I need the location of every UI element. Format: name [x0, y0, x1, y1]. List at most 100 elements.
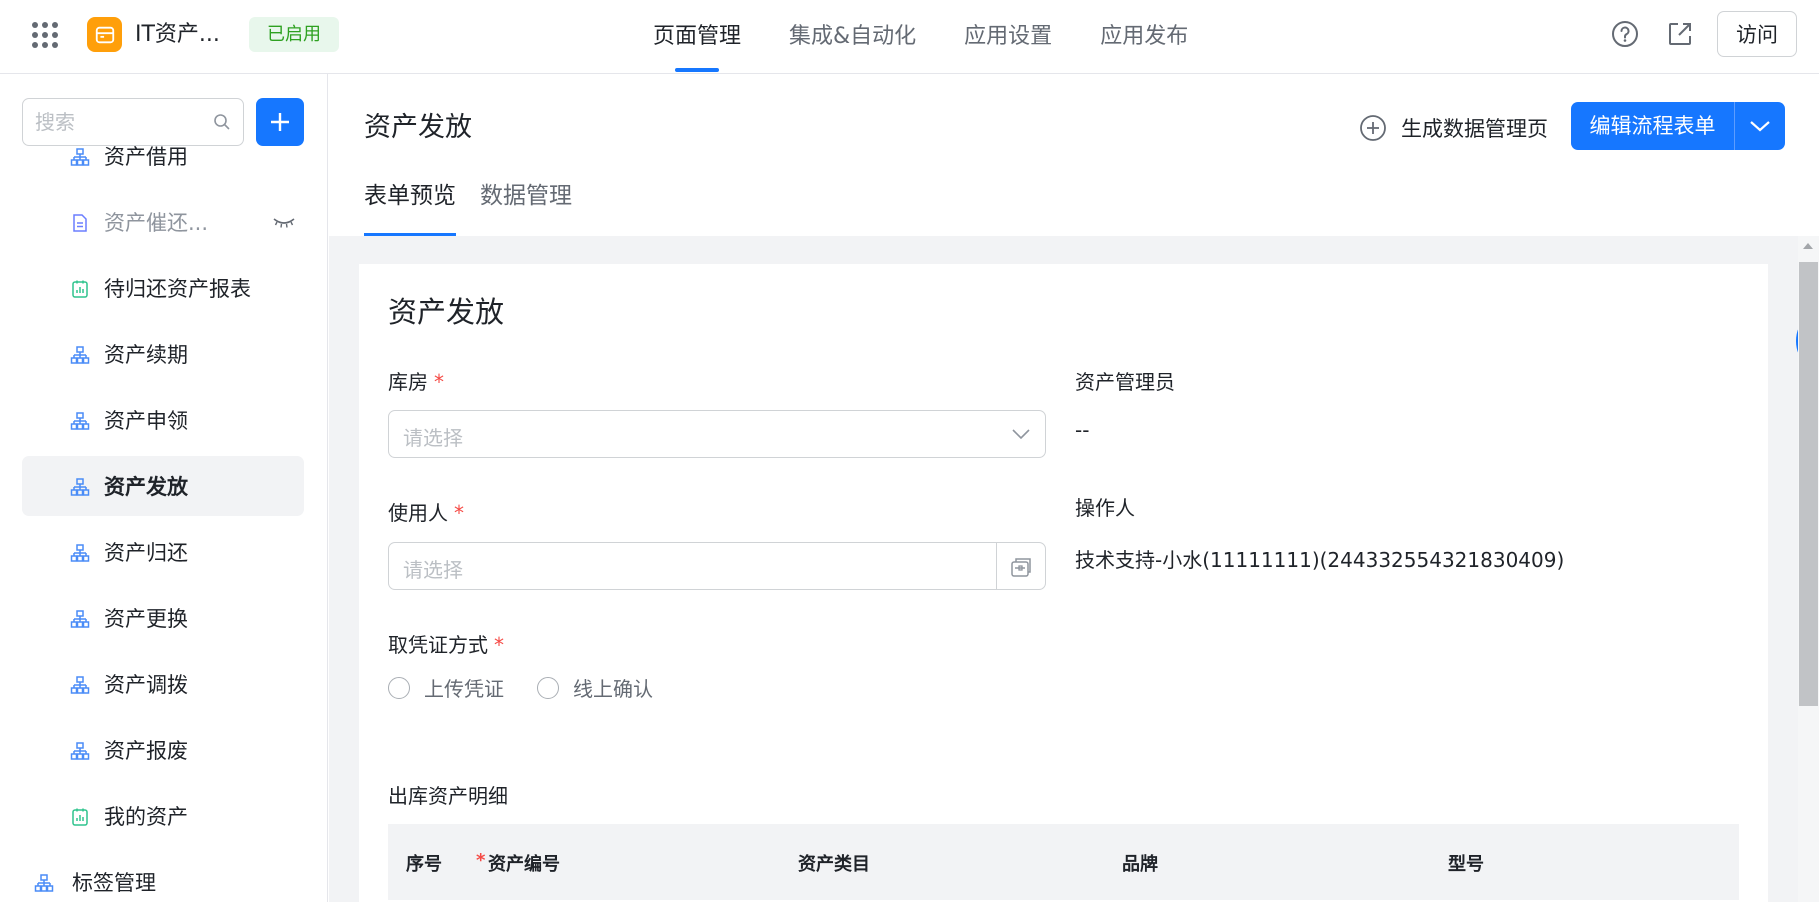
app-name[interactable]: IT资产...: [135, 20, 220, 50]
voucher-method-label: 取凭证方式 *: [388, 629, 504, 658]
flow-icon: [70, 478, 90, 496]
user-label-text: 使用人: [388, 501, 448, 525]
flow-icon: [70, 544, 90, 562]
sidebar-item-asset-issue[interactable]: 资产发放: [22, 456, 304, 516]
sidebar-item-label: 资产更换: [104, 607, 188, 631]
form-title: 资产发放: [388, 295, 505, 329]
main-area: 资产发放 生成数据管理页 编辑流程表单 表单预览 数据管理 资产发放 库房*: [329, 74, 1819, 902]
user-placeholder: 请选择: [403, 558, 463, 582]
required-mark: *: [454, 501, 464, 525]
status-badge: 已启用: [249, 17, 339, 52]
sidebar-item-asset-claim[interactable]: 资产申领: [22, 390, 304, 450]
top-nav-tabs: 页面管理 集成&自动化 应用设置 应用发布: [653, 0, 1236, 74]
tab-form-preview[interactable]: 表单预览: [364, 176, 456, 236]
tab-data-management[interactable]: 数据管理: [480, 176, 572, 236]
th-asset-no: 资产编号: [488, 854, 560, 875]
tab-app-publish[interactable]: 应用发布: [1100, 0, 1188, 74]
sidebar-item-label: 资产申领: [104, 409, 188, 433]
scroll-thumb[interactable]: [1799, 262, 1818, 706]
sidebar-item-asset-renewal[interactable]: 资产续期: [22, 324, 304, 384]
edit-flow-form-button: 编辑流程表单: [1571, 102, 1785, 150]
sidebar-item-label: 标签管理: [72, 871, 156, 895]
sidebar-item-asset-borrow[interactable]: 资产借用: [22, 126, 304, 186]
sidebar-item-label: 资产借用: [104, 145, 188, 169]
form-icon: [73, 214, 87, 232]
sidebar-item-pending-return-report[interactable]: 待归还资产报表: [22, 258, 304, 318]
sidebar-item-asset-transfer[interactable]: 资产调拨: [22, 654, 304, 714]
radio-label: 上传凭证: [424, 677, 504, 701]
th-category: 资产类目: [798, 854, 870, 875]
flow-icon: [70, 412, 90, 430]
main-header: 资产发放 生成数据管理页 编辑流程表单 表单预览 数据管理: [329, 74, 1819, 236]
sidebar-item-asset-reminder[interactable]: 资产催还...: [22, 192, 304, 252]
required-mark: *: [494, 633, 504, 657]
page-title: 资产发放: [364, 112, 472, 143]
voucher-label-text: 取凭证方式: [388, 633, 488, 657]
th-brand: 品牌: [1122, 854, 1158, 875]
warehouse-select[interactable]: 请选择: [388, 410, 1046, 458]
sidebar-item-label: 资产催还...: [104, 211, 209, 235]
app-grid-icon[interactable]: [32, 22, 58, 48]
asset-manager-label: 资产管理员: [1075, 370, 1175, 394]
top-bar: IT资产... 已启用 页面管理 集成&自动化 应用设置 应用发布 访问: [0, 0, 1819, 74]
required-mark: *: [434, 370, 444, 394]
page-tabs: 表单预览 数据管理: [364, 176, 596, 236]
user-picker[interactable]: 请选择: [388, 542, 1046, 590]
content-scrollbar[interactable]: [1798, 236, 1819, 902]
sidebar-item-label: 资产发放: [104, 475, 188, 499]
open-new-window-icon[interactable]: [1665, 19, 1695, 49]
picker-divider: [996, 543, 997, 589]
flow-icon: [70, 742, 90, 760]
sidebar-item-label: 资产调拨: [104, 673, 188, 697]
report-icon: [72, 808, 88, 826]
flow-icon: [70, 610, 90, 628]
warehouse-label: 库房 *: [388, 366, 444, 395]
required-mark: *: [476, 850, 486, 871]
app-logo-icon: [87, 17, 122, 52]
sidebar-item-label: 资产归还: [104, 541, 188, 565]
radio-online-confirm[interactable]: 线上确认: [537, 673, 653, 702]
chevron-down-icon: [1012, 429, 1030, 440]
flow-icon: [34, 874, 54, 892]
radio-label: 线上确认: [573, 677, 653, 701]
user-label: 使用人 *: [388, 497, 464, 526]
generate-data-page-label: 生成数据管理页: [1401, 117, 1548, 141]
edit-flow-form-dropdown[interactable]: [1735, 102, 1785, 150]
detail-table-header: 序号 * 资产编号 资产类目 品牌 型号: [388, 824, 1739, 900]
radio-circle[interactable]: [537, 676, 559, 699]
chevron-down-icon: [1750, 121, 1770, 132]
operator-value: 技术支持-小水(11111111)(244332554321830409): [1075, 548, 1565, 572]
eye-closed-icon[interactable]: [272, 216, 296, 230]
sidebar-item-label: 资产续期: [104, 343, 188, 367]
tab-app-settings[interactable]: 应用设置: [964, 0, 1052, 74]
flow-icon: [70, 676, 90, 694]
outbound-asset-detail-label: 出库资产明细: [388, 784, 508, 808]
sidebar-item-label: 资产报废: [104, 739, 188, 763]
form-preview-card: 资产发放 库房 * 请选择 资产管理员 -- 使用人 * 请选择 操作人 技术支…: [359, 264, 1768, 902]
flow-icon: [70, 148, 90, 166]
radio-upload-voucher[interactable]: 上传凭证: [388, 673, 504, 702]
contacts-picker-icon[interactable]: [1009, 555, 1033, 579]
sidebar-item-my-assets[interactable]: 我的资产: [22, 786, 304, 846]
edit-flow-form-main[interactable]: 编辑流程表单: [1571, 102, 1735, 150]
sidebar-item-asset-return[interactable]: 资产归还: [22, 522, 304, 582]
sidebar-group-tag-management[interactable]: 标签管理: [0, 852, 282, 902]
radio-circle[interactable]: [388, 676, 410, 699]
asset-manager-value: --: [1075, 418, 1090, 442]
plus-circle-icon: [1360, 115, 1386, 141]
generate-data-page-button[interactable]: 生成数据管理页: [1359, 110, 1548, 146]
scroll-up-arrow[interactable]: [1803, 243, 1813, 249]
help-icon[interactable]: [1610, 19, 1640, 49]
sidebar-item-asset-replace[interactable]: 资产更换: [22, 588, 304, 648]
report-icon: [72, 280, 88, 298]
flow-icon: [70, 346, 90, 364]
tab-page-management[interactable]: 页面管理: [653, 0, 741, 74]
visit-button[interactable]: 访问: [1717, 11, 1797, 57]
th-seq: 序号: [406, 854, 442, 875]
warehouse-label-text: 库房: [388, 370, 428, 394]
sidebar: 资产借用 资产催还... 待归还资产报表 资产续期 资产申领 资产发放: [0, 74, 328, 902]
tab-integration-automation[interactable]: 集成&自动化: [789, 0, 916, 74]
sidebar-item-asset-scrap[interactable]: 资产报废: [22, 720, 304, 780]
sidebar-item-label: 我的资产: [104, 805, 188, 829]
operator-label: 操作人: [1075, 496, 1135, 520]
